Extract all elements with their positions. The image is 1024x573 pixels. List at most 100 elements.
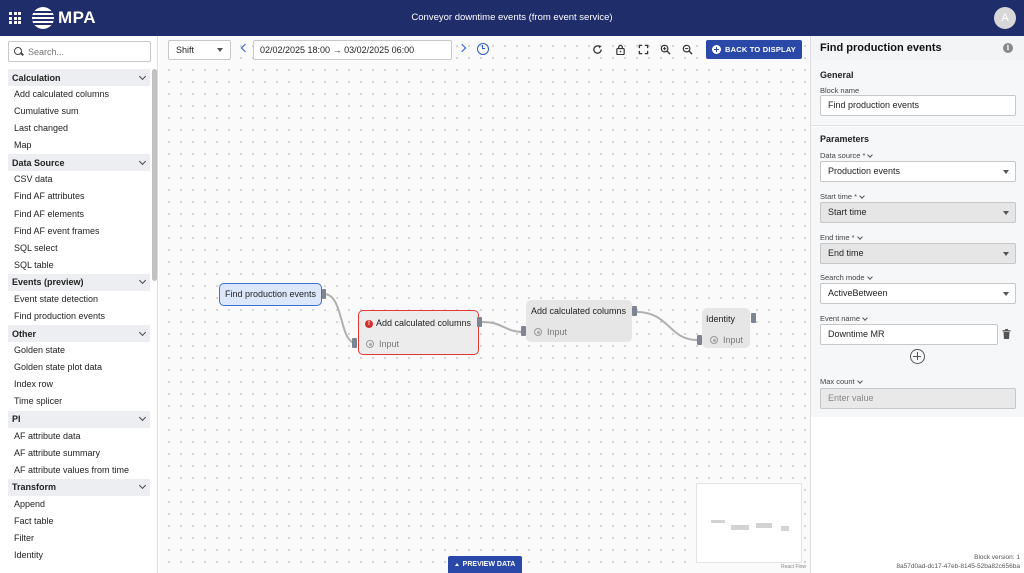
library-block-item[interactable]: SQL table [8,257,150,274]
node-output-handle[interactable] [477,317,482,327]
node-output-handle[interactable] [632,306,637,316]
library-block-item[interactable]: Last changed [8,120,150,137]
library-block-item[interactable]: Map [8,137,150,154]
end-time-label[interactable]: End time * [820,233,863,242]
event-name-label[interactable]: Event name [820,314,868,323]
minimap-node [731,525,749,530]
node-input-handle[interactable] [352,338,357,348]
library-block-item[interactable]: CSV data [8,171,150,188]
library-block-item[interactable]: AF attribute data [8,428,150,445]
node-title: Identity [706,314,736,324]
chevron-up-icon [454,563,459,566]
library-search-input[interactable] [28,46,138,57]
library-block-item[interactable]: Index row [8,376,150,393]
input-radio-icon [534,328,542,336]
end-time-select[interactable]: End time [820,243,1016,264]
library-block-item[interactable]: Fact table [8,513,150,530]
search-icon [14,46,24,57]
general-heading: General [820,70,854,80]
library-block-item[interactable]: Find AF elements [8,206,150,223]
library-block-item[interactable]: Cumulative sum [8,103,150,120]
node-output-handle[interactable] [322,289,326,299]
library-block-item[interactable]: Time splicer [8,393,150,410]
dropdown-caret-icon [1003,292,1009,296]
node-input-port: Input [710,335,743,345]
chevron-down-icon [138,157,147,165]
chevron-down-icon [856,377,863,384]
node-add-calculated-columns-error[interactable]: ! Add calculated columns Input [352,310,482,355]
node-input-port: Input [366,339,399,349]
library-block-item[interactable]: AF attribute values from time [8,462,150,479]
preview-data-button[interactable]: PREVIEW DATA [448,556,522,573]
dropdown-caret-icon [1003,252,1009,256]
category-label: Transform [12,482,57,493]
category-label: PI [12,414,21,424]
block-name-input[interactable]: Find production events [820,95,1016,116]
top-bar: MPA Conveyor downtime events (from event… [0,0,1024,36]
data-source-select[interactable]: Production events [820,161,1016,182]
node-add-calculated-columns[interactable]: Add calculated columns Input [521,300,637,342]
chevron-down-icon [138,328,147,336]
minimap-node [711,520,725,523]
category-header[interactable]: Events (preview) [8,273,150,291]
event-name-input[interactable]: Downtime MR [820,324,998,345]
search-mode-label[interactable]: Search mode [820,273,873,282]
category-header[interactable]: Transform [8,478,150,496]
library-block-item[interactable]: Filter [8,530,150,547]
chevron-down-icon [856,233,863,240]
node-input-handle[interactable] [521,326,526,336]
category-label: Other [12,328,37,339]
parameters-heading: Parameters [820,134,870,144]
chevron-down-icon [859,192,865,199]
chevron-down-icon [138,482,147,490]
flow-canvas[interactable]: Shift 02/02/2025 18:00 → 03/02/2025 06:0… [159,36,810,573]
search-mode-select[interactable]: ActiveBetween [820,283,1016,304]
sidebar-scrollbar[interactable] [152,69,157,281]
category-label: Calculation [12,72,61,83]
category-header[interactable]: Data Source [8,154,150,172]
data-source-label[interactable]: Data source * [820,151,874,160]
edge-2 [481,321,525,333]
category-header[interactable]: PI [8,410,150,428]
library-block-item[interactable]: AF attribute summary [8,445,150,462]
add-event-name-icon[interactable] [910,349,925,364]
node-input-handle[interactable] [697,335,702,345]
react-flow-attribution[interactable]: React Flow [781,564,806,570]
library-block-item[interactable]: Add calculated columns [8,86,150,103]
library-block-item[interactable]: Find AF event frames [8,223,150,240]
category-header[interactable]: Other [8,325,150,343]
library-block-item[interactable]: Identity [8,547,150,564]
library-block-item[interactable]: SQL select [8,240,150,257]
chevron-down-icon [862,314,868,321]
start-time-label[interactable]: Start time * [820,192,865,201]
minimap-node [781,526,789,531]
library-search[interactable] [8,41,151,62]
block-id: 8a57d0ad-dc17-47eb-8145-52ba82c656ba [896,562,1020,570]
node-identity[interactable]: Identity Input [697,308,756,348]
library-block-item[interactable]: Golden state plot data [8,359,150,376]
node-title: Find production events [225,289,317,299]
user-avatar[interactable]: A [994,7,1016,29]
library-block-item[interactable]: Event state detection [8,291,150,308]
start-time-select[interactable]: Start time [820,202,1016,223]
parameters-section: Parameters Data source * Production even… [811,127,1024,417]
category-header[interactable]: Calculation [8,69,150,86]
edge-3 [636,311,698,341]
node-output-handle[interactable] [751,313,756,323]
dropdown-caret-icon [1003,211,1009,215]
node-find-production-events[interactable]: Find production events [219,283,326,306]
max-count-label[interactable]: Max count [820,377,863,386]
library-block-item[interactable]: Golden state [8,342,150,359]
category-label: Data Source [12,157,65,168]
trash-icon[interactable] [1002,329,1011,339]
chevron-down-icon [138,413,147,422]
library-block-item[interactable]: Find production events [8,308,150,325]
flow-minimap[interactable] [696,483,802,563]
max-count-input[interactable]: Enter value [820,388,1016,409]
chevron-down-icon [138,277,147,285]
library-block-item[interactable]: Find AF attributes [8,188,150,205]
block-library-sidebar: Calculation Add calculated columnsCumulat… [0,36,158,573]
info-icon[interactable]: i [1003,43,1013,53]
library-block-item[interactable]: Append [8,496,150,513]
chevron-down-icon [138,72,147,80]
